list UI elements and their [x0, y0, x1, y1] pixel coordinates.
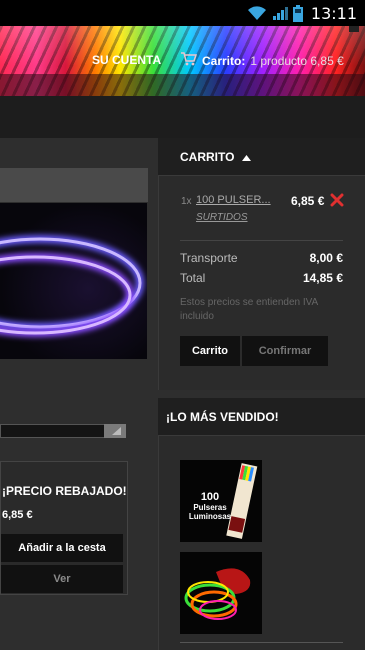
- cart-button[interactable]: Carrito: [180, 336, 240, 366]
- total-label: Total: [180, 271, 206, 285]
- cart-title-label: CARRITO: [180, 150, 235, 164]
- shipping-label: Transporte: [180, 251, 238, 265]
- best-seller-thumb-2[interactable]: [180, 552, 262, 634]
- cart-item-quantity: 1x: [181, 196, 192, 207]
- best-sellers-divider: [180, 642, 343, 643]
- header-shadow-band: [0, 96, 365, 138]
- product-image[interactable]: [0, 203, 147, 359]
- battery-icon: [292, 4, 303, 22]
- header-cart-label: Carrito:: [202, 53, 246, 68]
- thumb1-line2: Pulseras: [193, 503, 227, 512]
- thumb1-line3: Luminosas: [189, 512, 232, 521]
- account-link[interactable]: SU CUENTA: [92, 53, 161, 67]
- header-cart-link[interactable]: Carrito: 1 producto 6,85 €: [181, 52, 344, 69]
- shipping-value: 8,00 €: [309, 251, 343, 265]
- sale-label: ¡PRECIO REBAJADO!: [2, 484, 127, 498]
- cart-icon: [181, 52, 198, 69]
- signal-icon: [272, 5, 288, 21]
- status-bar: 13:11: [0, 0, 365, 26]
- header-nav-strip: [0, 74, 365, 96]
- confirm-button[interactable]: Confirmar: [242, 336, 328, 366]
- best-sellers-title: ¡LO MÁS VENDIDO!: [166, 410, 279, 424]
- total-value: 14,85 €: [302, 271, 343, 285]
- cart-item-name[interactable]: 100 PULSER...: [196, 194, 271, 206]
- wifi-icon: [247, 5, 267, 21]
- remove-item-icon[interactable]: [330, 193, 344, 207]
- tax-note: Estos precios se entienden IVA incluido: [180, 297, 318, 322]
- cart-title[interactable]: CARRITO: [180, 150, 252, 164]
- view-button[interactable]: Ver: [1, 565, 123, 593]
- image-scrollbar-handle[interactable]: [104, 424, 126, 438]
- chevron-up-icon: [242, 150, 252, 164]
- cart-item-attribute[interactable]: SURTIDOS: [196, 212, 248, 223]
- cart-item-price: 6,85 €: [291, 194, 325, 208]
- thumb1-number: 100: [201, 491, 219, 503]
- add-to-cart-button[interactable]: Añadir a la cesta: [1, 534, 123, 562]
- product-price: 6,85 €: [2, 509, 33, 521]
- product-title-bar: [0, 168, 148, 202]
- header-cart-summary: 1 producto 6,85 €: [250, 53, 344, 68]
- best-seller-thumb-1[interactable]: 100 Pulseras Luminosas: [180, 460, 262, 542]
- clock: 13:11: [310, 3, 357, 23]
- cart-divider: [180, 240, 343, 241]
- banner-scroll-nub: [349, 26, 359, 32]
